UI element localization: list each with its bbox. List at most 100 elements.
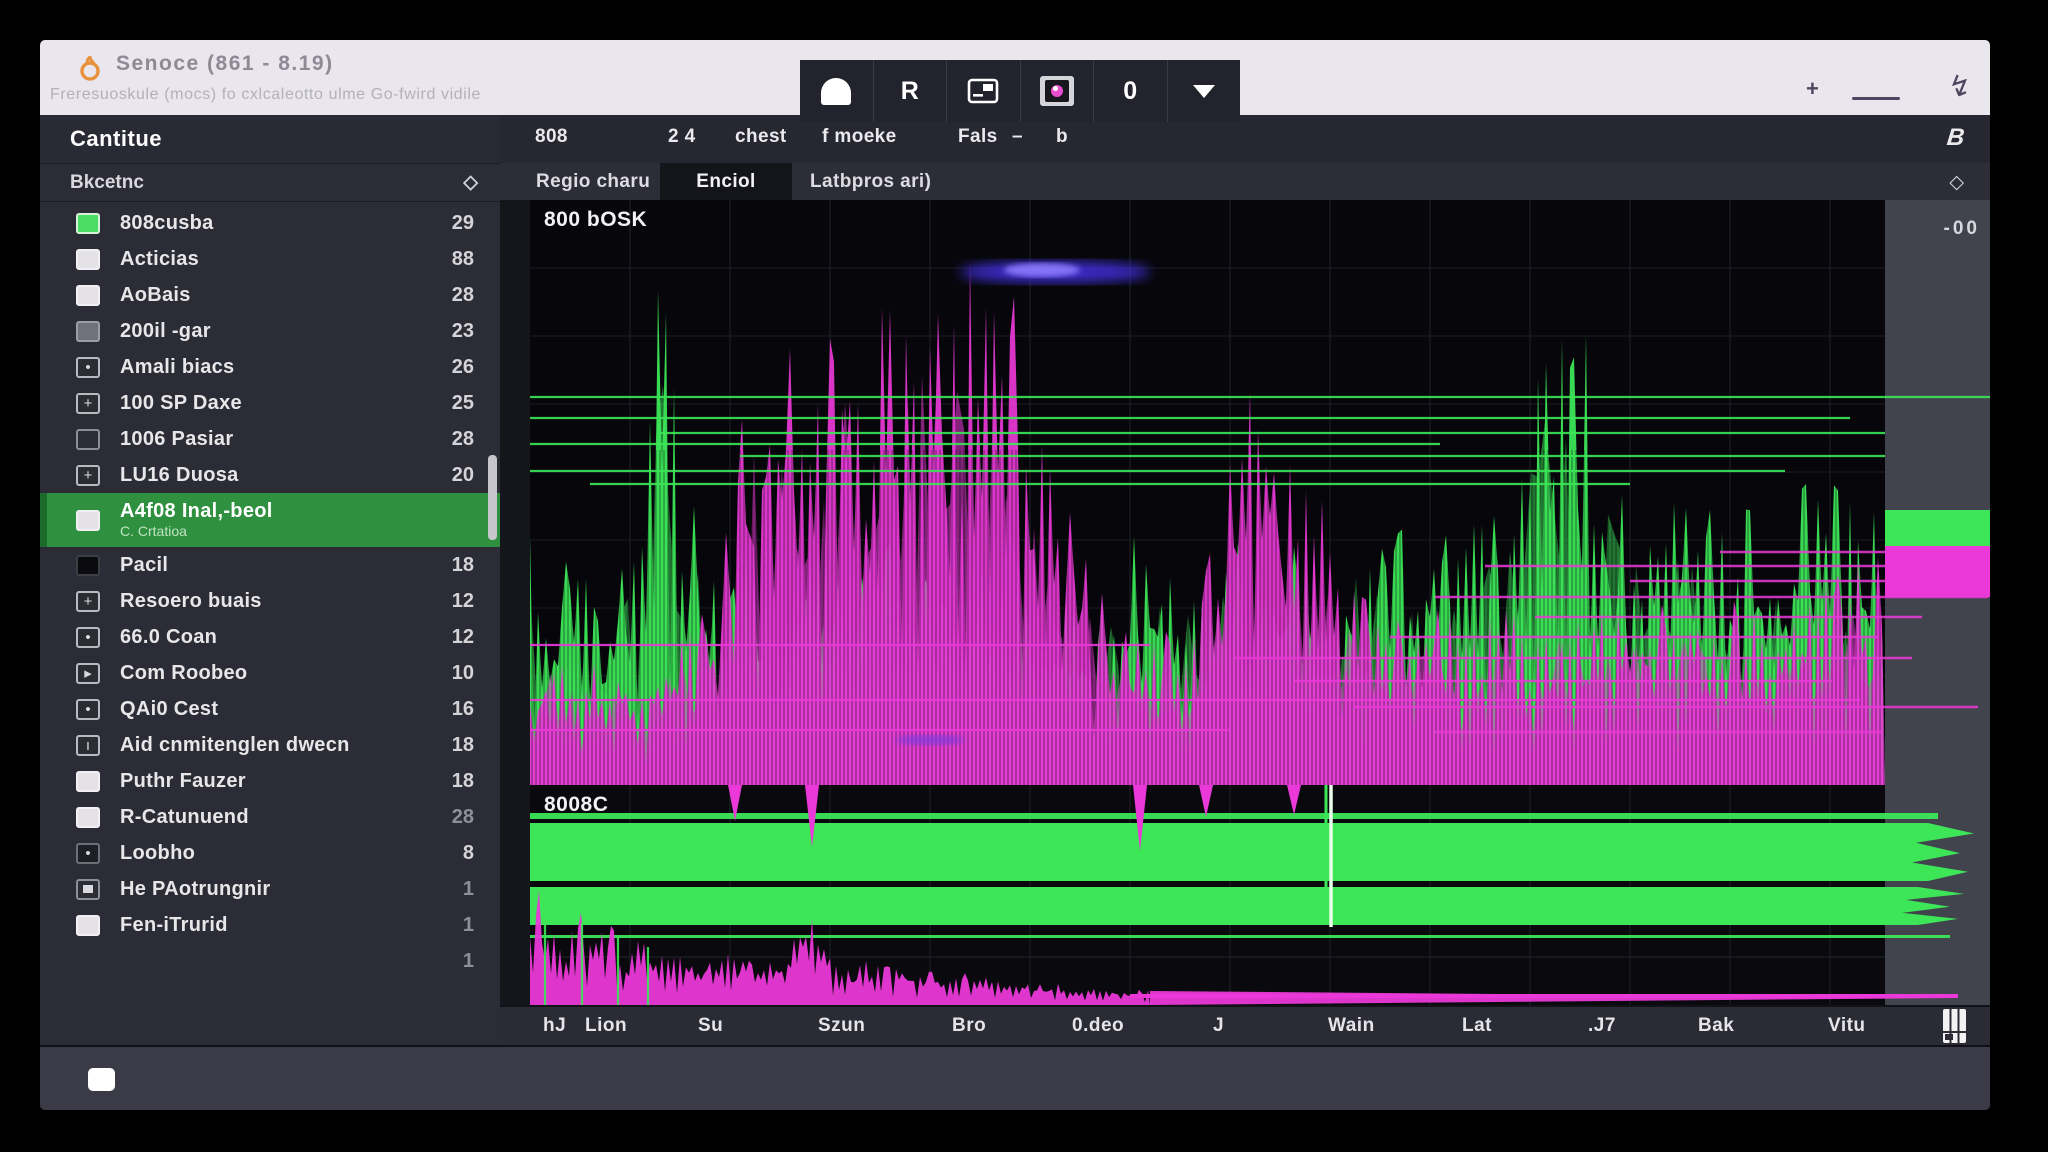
item-sublabel: C. Crtatioa [120,523,454,539]
flag-label[interactable]: b [1056,126,1068,148]
sidebar-item[interactable]: 200il -gar23 [40,313,500,349]
sidebar-subheader-label: Bkcetnc [70,172,144,194]
sidebar-item[interactable]: Acticias 88 [40,241,500,277]
titlebar-plus-icon[interactable]: + [1806,76,1819,102]
item-count: 28 [452,806,474,829]
dropdown-button[interactable] [1168,60,1241,122]
item-label: 808cusba [120,212,432,235]
titlebar-scribble-icon[interactable]: ↯ [1945,68,1975,105]
item-count: 1 [463,878,474,901]
waveform-panel-bottom[interactable]: 8008C [530,785,1990,1005]
bell-button[interactable] [800,60,874,122]
item-label: 100 SP Daxe [120,392,432,415]
waveform-panel-top[interactable]: 800 bOSK -00 [530,200,1990,785]
dot-swatch-icon: • [76,627,100,648]
item-label: LU16 Duosa [120,464,432,487]
ruler-label: Bak [1698,1015,1734,1037]
item-count: 25 [452,392,474,415]
waveform-top-canvas[interactable] [530,200,1990,785]
sidebar-item[interactable]: R-Catunuend 28 [40,799,500,835]
tab-latbpros[interactable]: Latbpros ari) [792,163,949,200]
transport-row: 808 2 4 chest f moeke Fals – b B [500,115,1990,164]
item-count: 18 [452,770,474,793]
sidebar-item[interactable]: •66.0 Coan12 [40,619,500,655]
sidebar-item[interactable]: •Loobho8 [40,835,500,871]
meter-value[interactable]: 2 4 [668,126,696,148]
sidebar-item[interactable]: +Resoero buais12 [40,583,500,619]
tempo-value[interactable]: 808 [535,126,568,148]
light-swatch-icon [76,807,100,828]
sidebar-header: Cantitue [40,115,500,164]
ruler-label: Bro [952,1015,986,1037]
ruler-label: J [1213,1015,1224,1037]
sidebar-item[interactable]: +LU16 Duosa20 [40,457,500,493]
sidebar-item[interactable]: ▸Com Roobeo10 [40,655,500,691]
item-label: 66.0 Coan [120,626,432,649]
light-swatch-icon [76,915,100,936]
sidebar-item[interactable]: 1006 Pasiar28 [40,421,500,457]
sidebar-item[interactable]: A4f08 Inal,-beolC. Crtatioa [40,493,500,547]
sidebar-item[interactable]: 1 [40,943,500,979]
clip-b-icon[interactable]: B [1945,124,1965,152]
app-window: Senoce (861 - 8.19) Freresuoskule (mocs)… [40,40,1990,1110]
status-square-button[interactable] [88,1068,115,1091]
sidebar-item[interactable]: +100 SP Daxe 25 [40,385,500,421]
timeline-ruler[interactable]: hJLionSuSzunBro0.deoJWainLat.J7BakVitu [500,1005,1990,1045]
clip-name[interactable]: chest [735,126,787,148]
sidebar-item[interactable]: •Amali biacs26 [40,349,500,385]
black-swatch-icon [76,555,100,576]
tab-enciol[interactable]: Enciol (OB [660,163,792,200]
record-arm-button[interactable]: R [874,60,948,122]
dot-swatch-icon: • [76,357,100,378]
record-monitor-button[interactable] [1021,60,1095,122]
outline-swatch-icon [76,429,100,450]
tab-regio-charu[interactable]: Regio charu [518,163,668,200]
item-count: 28 [452,284,474,307]
record-arm-label: R [901,77,919,106]
minimize-icon[interactable] [1852,97,1900,100]
item-label: He PAotrungnir [120,878,443,901]
item-count: 20 [452,464,474,487]
sidebar-item[interactable]: Pacil 18 [40,547,500,583]
tab-bar: Regio charu Enciol (OB Latbpros ari) ◇ [500,163,1990,200]
chevron-down-icon [1193,85,1215,98]
sidebar-item[interactable]: He PAotrungnir 1 [40,871,500,907]
item-count: 8 [463,842,474,865]
sidebar-scrollbar[interactable] [488,455,497,540]
ruler-label: .J7 [1588,1015,1616,1037]
sidebar-item[interactable]: •QAi0 Cest16 [40,691,500,727]
sidebar-subheader[interactable]: Bkcetnc ◇ [40,164,500,202]
dash-label: – [1012,126,1023,148]
sidebar-item[interactable]: 808cusba 29 [40,205,500,241]
item-label: R-Catunuend [120,806,432,829]
sidebar-item[interactable]: Puthr Fauzer18 [40,763,500,799]
item-count: 1 [463,914,474,937]
item-count: 18 [452,554,474,577]
bottom-panel-label: 8008C [544,793,608,817]
item-count: 88 [452,248,474,271]
item-label: Com Roobeo [120,662,432,685]
plus-swatch-icon: + [76,393,100,414]
item-count: 23 [452,320,474,343]
sidebar-item[interactable]: ıAid cnmitenglen dwecn18 [40,727,500,763]
item-label: A4f08 Inal,-beol [120,500,454,523]
sidebar-item[interactable]: AoBais28 [40,277,500,313]
item-label: Fen-iTrurid [120,914,443,937]
sidebar-item[interactable]: Fen-iTrurid 1 [40,907,500,943]
top-panel-meter: -00 [1944,218,1980,240]
plus-swatch-icon: + [76,591,100,612]
item-count: 1 [463,950,474,973]
mode-value[interactable]: Fals [958,126,998,148]
item-label: 1006 Pasiar [120,428,432,451]
window-layout-button[interactable] [947,60,1021,122]
waveform-bottom-canvas[interactable] [530,785,1990,1005]
item-label: Acticias [120,248,432,271]
item-count: 29 [452,212,474,235]
play-swatch-icon: ▸ [76,663,100,684]
key-value[interactable]: f moeke [822,126,897,148]
counter-button[interactable]: 0 [1094,60,1168,122]
grid-keyboard-icon[interactable] [1942,1007,1968,1045]
item-label: Aid cnmitenglen dwecn [120,734,432,757]
sidebar: Cantitue Bkcetnc ◇ 808cusba29Acticias88A… [40,115,502,1045]
item-label: Pacil [120,554,432,577]
